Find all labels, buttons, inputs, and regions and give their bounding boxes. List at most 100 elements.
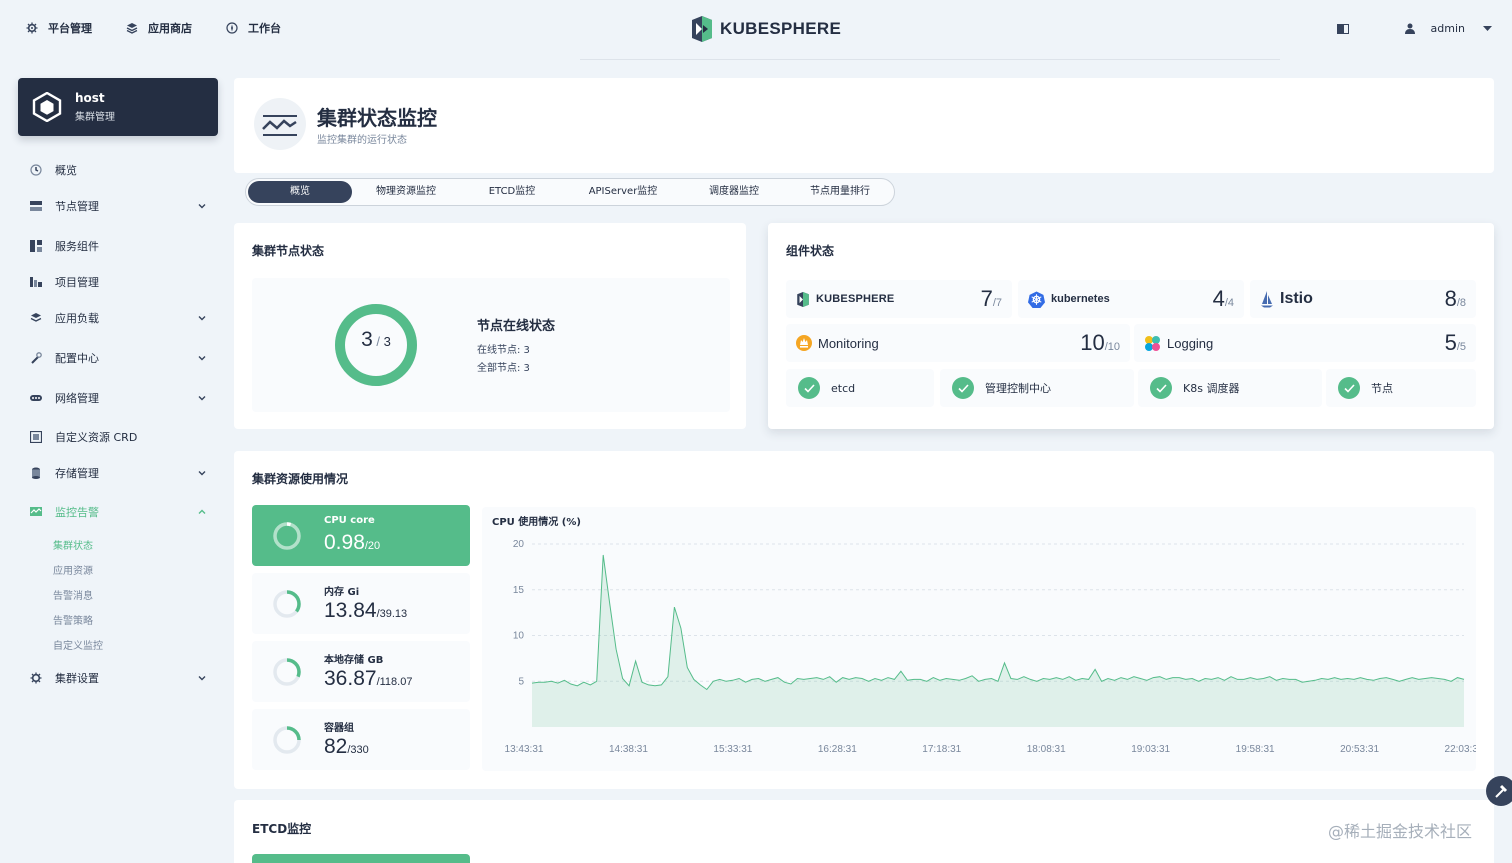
tab-overview[interactable]: 概览: [248, 181, 352, 203]
chart-x-tick-label: 16:28:31: [818, 744, 857, 755]
resource-label: 内存 Gi: [324, 587, 360, 598]
component-total: /8: [1456, 297, 1466, 309]
sidebar-item-overview[interactable]: 概览: [30, 155, 210, 185]
component-status-title: 组件状态: [786, 244, 835, 258]
chart-x-tick-label: 15:33:31: [713, 744, 752, 755]
etcd-first-metric-card[interactable]: [252, 854, 470, 863]
toolbox-button[interactable]: [1486, 776, 1512, 806]
sidebar-item-label: 节点管理: [55, 200, 99, 213]
component-count: 5: [1444, 330, 1457, 355]
component-check-label: etcd: [831, 381, 856, 395]
resource-memory-card[interactable]: 内存 Gi 13.84/39.13: [252, 573, 470, 634]
nav-workbench-label: 工作台: [248, 22, 281, 35]
sidebar-subitem-cluster-status[interactable]: 集群状态: [53, 537, 93, 552]
sidebar-item-label: 网络管理: [55, 392, 99, 405]
component-check-node[interactable]: 节点: [1326, 369, 1476, 407]
node-online-heading: 节点在线状态: [477, 319, 556, 334]
component-group-monitoring[interactable]: Monitoring 10/10: [786, 324, 1130, 362]
sidebar-item-network[interactable]: 网络管理: [30, 383, 210, 413]
stack-icon: [30, 313, 42, 322]
resource-cpu-card[interactable]: CPU core 0.98/20: [252, 505, 470, 566]
sidebar-item-label: 项目管理: [55, 276, 99, 289]
resource-value: 13.84: [324, 599, 377, 622]
component-check-scheduler[interactable]: K8s 调度器: [1138, 369, 1322, 407]
database-icon: [32, 467, 40, 479]
monitor-wave-icon: [254, 98, 306, 150]
component-name: Istio: [1280, 290, 1313, 307]
network-icon: [30, 395, 42, 401]
resource-value: 36.87: [324, 667, 377, 690]
check-icon: [798, 377, 820, 399]
cluster-host-card[interactable]: host 集群管理: [18, 78, 218, 136]
crd-icon: [30, 431, 42, 443]
component-group-kubernetes[interactable]: kubernetes 4/4: [1018, 280, 1244, 318]
tab-etcd[interactable]: ETCD监控: [460, 181, 564, 203]
sidebar-item-crd[interactable]: 自定义资源 CRD: [30, 422, 210, 452]
nav-workbench[interactable]: 工作台: [226, 20, 281, 36]
kubesphere-icon: [797, 291, 809, 307]
layout-toggle-icon[interactable]: [1336, 23, 1349, 34]
sidebar-item-storage[interactable]: 存储管理: [30, 458, 210, 488]
sidebar-item-components[interactable]: 服务组件: [30, 231, 210, 261]
component-name: Logging: [1167, 335, 1214, 351]
cpu-usage-chart-panel: CPU 使用情况 (%) 20 15 10 5 13:43:31 14:38:31 15:3…: [482, 507, 1484, 771]
resource-pods-card[interactable]: 容器组 82/330: [252, 709, 470, 770]
nav-app-store[interactable]: 应用商店: [126, 20, 192, 36]
tab-apiserver[interactable]: APIServer监控: [566, 181, 680, 203]
sidebar-item-nodes[interactable]: 节点管理: [30, 191, 210, 221]
user-name[interactable]: admin: [1431, 22, 1465, 35]
component-total: /10: [1104, 341, 1120, 353]
chart-x-tick-label: 20:53:31: [1340, 744, 1379, 755]
chart-y-tick-label: 15: [513, 585, 525, 596]
component-count: 10: [1080, 330, 1105, 355]
component-check-etcd[interactable]: etcd: [786, 369, 934, 407]
node-ring-label: 3 / 3: [361, 328, 391, 351]
component-group-logging[interactable]: Logging 5/5: [1134, 324, 1476, 362]
component-group-kubesphere[interactable]: KUBESPHERE 7/7: [786, 280, 1012, 318]
check-icon: [1150, 377, 1172, 399]
sidebar-item-label: 应用负载: [55, 312, 99, 325]
sidebar-item-label: 自定义资源 CRD: [55, 431, 138, 444]
components-icon: [30, 240, 42, 252]
sidebar-item-label: 监控告警: [55, 506, 99, 519]
chevron-down-icon: [198, 471, 206, 476]
chevron-down-icon: [198, 396, 206, 401]
sidebar-item-config[interactable]: 配置中心: [30, 343, 210, 373]
nav-app-store-label: 应用商店: [148, 22, 192, 35]
kubesphere-logo[interactable]: KUBESPHERE: [690, 16, 841, 42]
sidebar-item-label: 概览: [55, 164, 77, 177]
kubesphere-logo-icon: [692, 16, 712, 42]
storage-usage-ring: [273, 658, 301, 686]
tab-scheduler[interactable]: 调度器监控: [682, 181, 786, 203]
elastic-icon: [1145, 335, 1160, 351]
prometheus-icon: [796, 335, 812, 351]
sidebar-item-monitoring[interactable]: 监控告警: [30, 497, 210, 527]
chevron-down-icon: [198, 316, 206, 321]
sidebar-item-workloads[interactable]: 应用负载: [30, 303, 210, 333]
sidebar-item-cluster-settings[interactable]: 集群设置: [30, 663, 210, 693]
component-total: /7: [992, 297, 1002, 309]
sidebar-subitem-alert-messages[interactable]: 告警消息: [53, 587, 93, 602]
tab-physical-resources[interactable]: 物理资源监控: [354, 181, 458, 203]
chart-y-tick-label: 5: [518, 676, 524, 687]
tab-node-usage-ranking[interactable]: 节点用量排行: [788, 181, 892, 203]
chevron-up-icon: [198, 509, 206, 514]
node-ring-total: 3: [383, 334, 391, 349]
sidebar-item-projects[interactable]: 项目管理: [30, 267, 210, 297]
chevron-down-icon[interactable]: [1483, 25, 1492, 32]
wrench-icon: [31, 352, 42, 364]
sidebar-subitem-custom-monitoring[interactable]: 自定义监控: [53, 637, 103, 652]
resource-storage-card[interactable]: 本地存储 GB 36.87/118.07: [252, 641, 470, 702]
sidebar: host 集群管理: [18, 78, 218, 136]
cluster-name: host: [75, 91, 105, 105]
sidebar-subitem-app-resources[interactable]: 应用资源: [53, 562, 93, 577]
component-check-controller[interactable]: 管理控制中心: [940, 369, 1134, 407]
nav-platform-management[interactable]: 平台管理: [26, 20, 92, 36]
chart-y-tick-label: 10: [513, 631, 525, 642]
node-online-count: 在线节点: 3: [477, 345, 530, 356]
component-group-istio[interactable]: Istio 8/8: [1250, 280, 1476, 318]
component-name: kubernetes: [1051, 293, 1110, 305]
check-icon: [1338, 377, 1360, 399]
sidebar-subitem-alert-policies[interactable]: 告警策略: [53, 612, 93, 627]
top-right-tools: admin: [1336, 22, 1492, 35]
